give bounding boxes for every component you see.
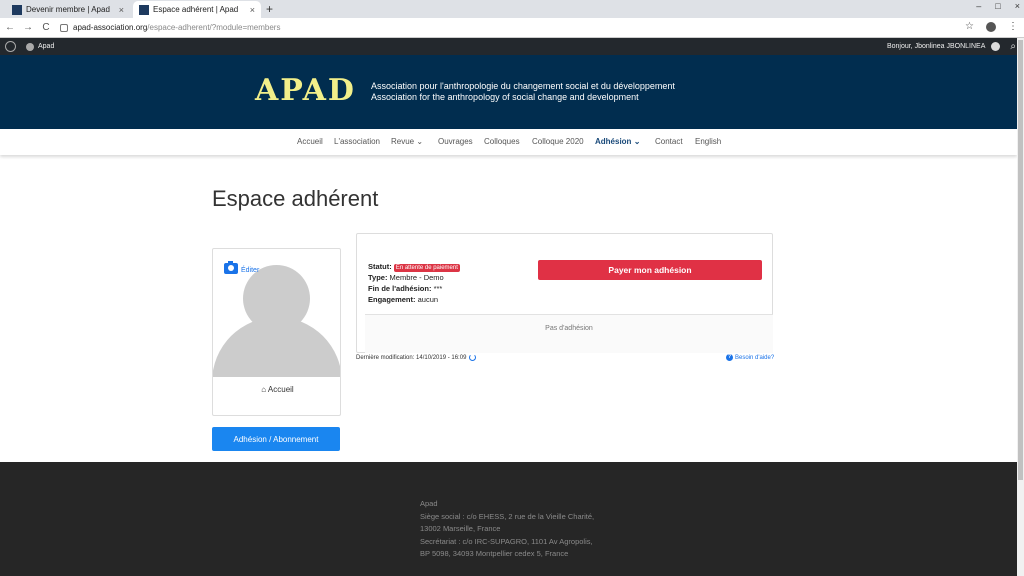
status-details: Statut: En attente de paiement Type: Mem… bbox=[368, 261, 460, 305]
nav-item-ouvrages[interactable]: Ouvrages bbox=[438, 137, 473, 146]
minimize-icon[interactable]: – bbox=[976, 1, 981, 11]
wp-site-link[interactable]: Apad bbox=[26, 42, 55, 51]
nav-label: Revue bbox=[391, 137, 415, 146]
wordpress-logo-icon[interactable] bbox=[5, 41, 16, 52]
browser-tab-espace-adherent[interactable]: Espace adhérent | Apad × bbox=[133, 1, 261, 18]
lock-icon bbox=[60, 23, 68, 32]
profile-card: Éditer ⌂ Accueil bbox=[212, 248, 341, 416]
nav-item-english[interactable]: English bbox=[695, 137, 721, 146]
engagement-value: aucun bbox=[417, 295, 439, 304]
apad-favicon-icon bbox=[139, 4, 149, 15]
site-tagline: Association pour l'anthropologie du chan… bbox=[371, 81, 675, 103]
engagement-label: Engagement: bbox=[368, 295, 416, 304]
home-icon: ⌂ bbox=[261, 385, 267, 394]
reload-icon[interactable]: C bbox=[38, 22, 54, 33]
wp-admin-bar: Apad Bonjour, Jbonlinea JBONLINEA ⌕ bbox=[0, 38, 1024, 55]
page-title: Espace adhérent bbox=[212, 186, 379, 211]
help-link[interactable]: ? Besoin d'aide? bbox=[726, 354, 774, 361]
search-icon[interactable]: ⌕ bbox=[1010, 41, 1016, 52]
maximize-icon[interactable]: □ bbox=[995, 1, 1000, 11]
close-window-icon[interactable]: × bbox=[1015, 1, 1020, 11]
nav-item-contact[interactable]: Contact bbox=[655, 137, 683, 146]
nav-item-revue[interactable]: Revue ⌄ bbox=[391, 137, 423, 146]
footer-line: Apad bbox=[420, 499, 438, 508]
new-tab-button[interactable]: + bbox=[266, 2, 273, 16]
end-date-value: *** bbox=[433, 284, 443, 293]
type-value: Membre - Demo bbox=[389, 273, 444, 282]
url-field[interactable]: apad-association.org /espace-adherent/?m… bbox=[60, 23, 280, 32]
scrollbar-thumb[interactable] bbox=[1018, 40, 1023, 480]
nav-item-adhesion[interactable]: Adhésion ⌄ bbox=[595, 137, 640, 146]
end-date-label: Fin de l'adhésion: bbox=[368, 284, 432, 293]
status-badge: En attente de paiement bbox=[393, 264, 460, 272]
pay-membership-button[interactable]: Payer mon adhésion bbox=[538, 260, 762, 280]
close-tab-icon[interactable]: × bbox=[119, 5, 124, 15]
close-tab-icon[interactable]: × bbox=[250, 5, 255, 15]
site-logo[interactable]: APAD bbox=[255, 73, 356, 108]
nav-item-colloques[interactable]: Colloques bbox=[484, 137, 520, 146]
last-modified-text: Dernière modification: 14/10/2019 - 16:0… bbox=[356, 354, 467, 361]
nav-item-association[interactable]: L'association bbox=[334, 137, 380, 146]
nav-item-accueil[interactable]: Accueil bbox=[297, 137, 323, 146]
nav-label: Adhésion bbox=[595, 137, 632, 146]
browser-menu-icon[interactable]: ⋮ bbox=[1008, 21, 1018, 32]
address-bar: ← → C apad-association.org /espace-adher… bbox=[0, 18, 1024, 38]
address-bar-actions: ☆ ⋮ bbox=[965, 21, 1018, 32]
status-label: Statut: bbox=[368, 262, 392, 271]
last-modified: Dernière modification: 14/10/2019 - 16:0… bbox=[356, 354, 477, 361]
question-circle-icon: ? bbox=[726, 354, 733, 361]
nav-item-colloque-2020[interactable]: Colloque 2020 bbox=[532, 137, 584, 146]
footer-line: Secrétariat : c/o IRC-SUPAGRO, 1101 Av A… bbox=[420, 536, 593, 546]
home-label: Accueil bbox=[267, 385, 294, 394]
user-avatar-icon[interactable] bbox=[991, 42, 1001, 51]
membership-status-card: Statut: En attente de paiement Type: Mem… bbox=[356, 233, 773, 353]
type-label: Type: bbox=[368, 273, 388, 282]
back-arrow-icon[interactable]: ← bbox=[2, 22, 18, 33]
chevron-down-icon: ⌄ bbox=[633, 137, 641, 146]
page-scrollbar[interactable] bbox=[1017, 38, 1024, 576]
edit-photo-link[interactable]: Éditer bbox=[224, 261, 260, 274]
window-controls: – □ × bbox=[976, 1, 1020, 11]
main-nav: Accueil L'association Revue ⌄ Ouvrages C… bbox=[0, 129, 1017, 155]
profile-icon[interactable] bbox=[986, 22, 996, 32]
profile-card-footer bbox=[213, 377, 340, 415]
refresh-icon[interactable] bbox=[469, 354, 477, 361]
wp-account-area: Bonjour, Jbonlinea JBONLINEA ⌕ bbox=[887, 38, 1016, 55]
tagline-fr: Association pour l'anthropologie du chan… bbox=[371, 81, 675, 91]
site-footer: Apad Siège social : c/o EHESS, 2 rue de … bbox=[0, 462, 1017, 576]
tagline-en: Association for the anthropology of soci… bbox=[371, 92, 639, 102]
dashboard-icon bbox=[26, 42, 34, 51]
wp-site-name: Apad bbox=[38, 43, 55, 50]
wp-greeting[interactable]: Bonjour, Jbonlinea JBONLINEA bbox=[887, 43, 985, 50]
url-host: apad-association.org bbox=[73, 23, 148, 32]
tab-title: Espace adhérent | Apad bbox=[153, 5, 239, 14]
chevron-down-icon: ⌄ bbox=[416, 137, 424, 146]
browser-tab-devenir-membre[interactable]: Devenir membre | Apad × bbox=[6, 1, 130, 18]
browser-tab-bar: Devenir membre | Apad × Espace adhérent … bbox=[0, 0, 1024, 18]
site-header: APAD Association pour l'anthropologie du… bbox=[0, 55, 1017, 129]
no-membership-text: Pas d'adhésion bbox=[365, 314, 773, 353]
footer-address: Apad Siège social : c/o EHESS, 2 rue de … bbox=[420, 498, 594, 561]
camera-icon bbox=[224, 261, 238, 274]
membership-subscription-button[interactable]: Adhésion / Abonnement bbox=[212, 427, 340, 451]
tab-title: Devenir membre | Apad bbox=[26, 5, 110, 14]
help-label: Besoin d'aide? bbox=[735, 354, 775, 361]
forward-arrow-icon[interactable]: → bbox=[20, 22, 36, 33]
footer-line: BP 5098, 34093 Montpellier cedex 5, Fran… bbox=[420, 549, 569, 558]
edit-label: Éditer bbox=[241, 267, 260, 274]
url-path: /espace-adherent/?module=members bbox=[147, 23, 281, 32]
apad-favicon-icon bbox=[12, 4, 22, 15]
profile-home-link[interactable]: ⌂ Accueil bbox=[213, 385, 340, 394]
footer-line: Siège social : c/o EHESS, 2 rue de la Vi… bbox=[420, 511, 595, 521]
footer-line: 13002 Marseille, France bbox=[420, 524, 501, 533]
bookmark-star-icon[interactable]: ☆ bbox=[965, 21, 974, 32]
